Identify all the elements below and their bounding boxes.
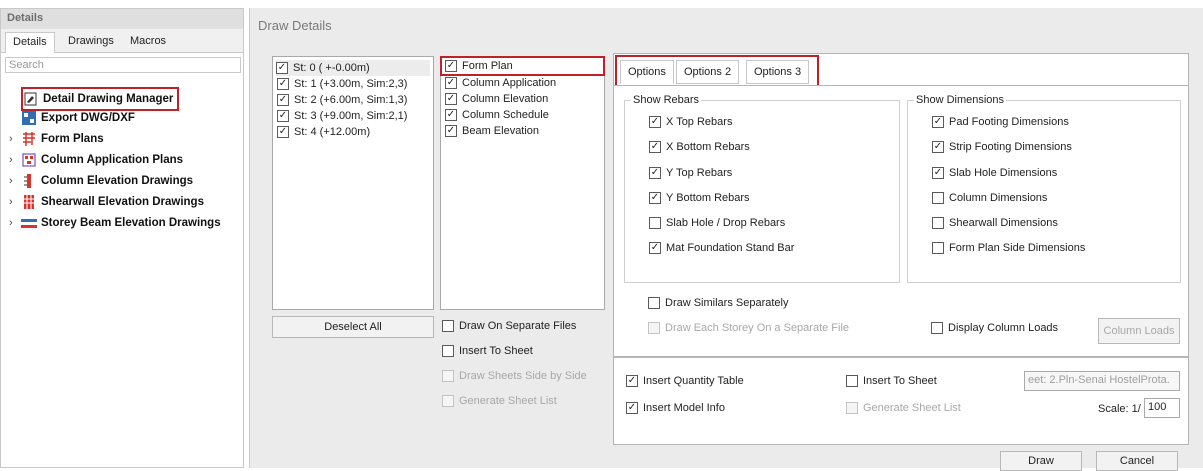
export-icon bbox=[21, 111, 37, 125]
list-item[interactable]: ✓ St: 4 (+12.00m) bbox=[277, 124, 370, 140]
details-panel-tabs: Details Drawings Macros bbox=[1, 29, 243, 53]
mat-foundation-stand-bar-checkbox[interactable]: ✓ Mat Foundation Stand Bar bbox=[649, 240, 794, 256]
group-title: Show Dimensions bbox=[914, 94, 1007, 106]
list-item[interactable]: ✓ St: 0 ( +-0.00m) bbox=[276, 60, 430, 76]
list-item[interactable]: ✓ Column Application bbox=[445, 75, 556, 91]
strip-footing-dimensions-checkbox[interactable]: ✓ Strip Footing Dimensions bbox=[932, 139, 1072, 155]
checkbox[interactable]: ✓ bbox=[445, 77, 457, 89]
list-item[interactable]: ✓ St: 2 (+6.00m, Sim:1,3) bbox=[277, 92, 407, 108]
x-bottom-rebars-checkbox[interactable]: ✓ X Bottom Rebars bbox=[649, 139, 750, 155]
draw-similars-separately-checkbox[interactable]: Draw Similars Separately bbox=[648, 295, 788, 311]
checkbox[interactable]: ✓ bbox=[445, 60, 457, 72]
column-elevation-icon bbox=[21, 174, 37, 188]
tab-options-2[interactable]: Options 2 bbox=[676, 60, 740, 84]
tab-options-3[interactable]: Options 3 bbox=[746, 60, 810, 84]
tree-item-label: Form Plans bbox=[41, 133, 104, 145]
tree-item-label: Column Application Plans bbox=[41, 154, 184, 166]
beam-elevation-icon bbox=[21, 216, 37, 230]
slab-hole-dimensions-checkbox[interactable]: ✓ Slab Hole Dimensions bbox=[932, 165, 1057, 181]
show-rebars-group: Show Rebars ✓ X Top Rebars ✓ X Bottom Reba… bbox=[624, 94, 900, 283]
checkbox[interactable]: ✓ bbox=[445, 93, 457, 105]
draw-button[interactable]: Draw bbox=[1000, 451, 1082, 471]
tab-macros[interactable]: Macros bbox=[123, 32, 173, 53]
tree-item-label: Detail Drawing Manager bbox=[43, 93, 174, 105]
draw-details-panel: Draw Details ✓ St: 0 ( +-0.00m) ✓ St: 1 (+… bbox=[249, 8, 1203, 471]
tree-item-export-dwg-dxf[interactable]: Export DWG/DXF bbox=[21, 108, 135, 128]
group-title: Show Rebars bbox=[631, 94, 702, 106]
cancel-button[interactable]: Cancel bbox=[1096, 451, 1178, 471]
generate-sheet-list-footer-checkbox[interactable]: Generate Sheet List bbox=[846, 400, 961, 416]
tree-item-label: Export DWG/DXF bbox=[41, 112, 135, 124]
sheet-select[interactable]: eet: 2.Pln-Senai HostelProta. bbox=[1024, 371, 1180, 391]
draw-sheets-side-by-side-checkbox[interactable]: Draw Sheets Side by Side bbox=[442, 368, 587, 384]
tree-item-shearwall-elevation-drawings[interactable]: › Shearwall Elevation Drawings bbox=[9, 192, 204, 212]
details-panel: Details Details Drawings Macros Search D… bbox=[0, 8, 244, 468]
form-plan-icon bbox=[21, 132, 37, 146]
checkbox[interactable]: ✓ bbox=[277, 126, 289, 138]
chevron-right-icon[interactable]: › bbox=[9, 154, 21, 166]
y-bottom-rebars-checkbox[interactable]: ✓ Y Bottom Rebars bbox=[649, 190, 750, 206]
shearwall-dimensions-checkbox[interactable]: Shearwall Dimensions bbox=[932, 215, 1058, 231]
insert-quantity-table-checkbox[interactable]: ✓ Insert Quantity Table bbox=[626, 373, 744, 389]
list-item[interactable]: ✓ Beam Elevation bbox=[445, 123, 539, 139]
shearwall-icon bbox=[21, 195, 37, 209]
deselect-all-button[interactable]: Deselect All bbox=[272, 316, 434, 338]
insert-to-sheet-footer-checkbox[interactable]: Insert To Sheet bbox=[846, 373, 937, 389]
draw-each-storey-separate-file-checkbox[interactable]: Draw Each Storey On a Separate File bbox=[648, 320, 849, 336]
generate-sheet-list-checkbox[interactable]: Generate Sheet List bbox=[442, 393, 557, 409]
checkbox[interactable]: ✓ bbox=[445, 125, 457, 137]
chevron-right-icon[interactable]: › bbox=[9, 217, 21, 229]
tree-item-label: Storey Beam Elevation Drawings bbox=[41, 217, 221, 229]
checkbox[interactable]: ✓ bbox=[445, 109, 457, 121]
draw-on-separate-files-checkbox[interactable]: Draw On Separate Files bbox=[442, 318, 576, 334]
list-item[interactable]: ✓ St: 3 (+9.00m, Sim:2,1) bbox=[277, 108, 407, 124]
search-input[interactable]: Search bbox=[5, 57, 241, 73]
scale-input[interactable]: 100 bbox=[1144, 398, 1180, 418]
drawing-manager-icon bbox=[23, 92, 39, 106]
output-options: ✓ Insert Quantity Table ✓ Insert Model Inf… bbox=[613, 357, 1189, 445]
list-item[interactable]: ✓ St: 1 (+3.00m, Sim:2,3) bbox=[277, 76, 407, 92]
column-application-icon bbox=[21, 153, 37, 167]
storey-list[interactable]: ✓ St: 0 ( +-0.00m) ✓ St: 1 (+3.00m, Sim:2,… bbox=[272, 56, 434, 310]
tree-item-column-elevation-drawings[interactable]: › Column Elevation Drawings bbox=[9, 171, 193, 191]
drawing-type-list[interactable]: ✓ Form Plan ✓ Column Application ✓ Column E… bbox=[440, 56, 605, 310]
details-panel-title: Details bbox=[1, 9, 243, 29]
scale-label: Scale: 1/ bbox=[1098, 403, 1141, 415]
tab-options[interactable]: Options bbox=[620, 60, 674, 84]
display-column-loads-checkbox[interactable]: Display Column Loads bbox=[931, 320, 1058, 336]
chevron-right-icon[interactable]: › bbox=[9, 133, 21, 145]
list-item[interactable]: ✓ Column Elevation bbox=[445, 91, 548, 107]
list-item[interactable]: ✓ Column Schedule bbox=[445, 107, 549, 123]
chevron-right-icon[interactable]: › bbox=[9, 175, 21, 187]
tab-drawings[interactable]: Drawings bbox=[61, 32, 121, 53]
checkbox[interactable]: ✓ bbox=[276, 62, 288, 74]
show-dimensions-group: Show Dimensions ✓ Pad Footing Dimensions … bbox=[907, 94, 1181, 283]
tree-item-column-application-plans[interactable]: › Column Application Plans bbox=[9, 150, 183, 170]
options-tab-content: Show Rebars ✓ X Top Rebars ✓ X Bottom Reba… bbox=[613, 85, 1189, 357]
x-top-rebars-checkbox[interactable]: ✓ X Top Rebars bbox=[649, 114, 732, 130]
slab-hole-drop-rebars-checkbox[interactable]: Slab Hole / Drop Rebars bbox=[649, 215, 785, 231]
tree-item-form-plans[interactable]: › Form Plans bbox=[9, 129, 104, 149]
chevron-right-icon[interactable]: › bbox=[9, 196, 21, 208]
column-dimensions-checkbox[interactable]: Column Dimensions bbox=[932, 190, 1047, 206]
pad-footing-dimensions-checkbox[interactable]: ✓ Pad Footing Dimensions bbox=[932, 114, 1069, 130]
list-item[interactable]: ✓ Form Plan bbox=[440, 56, 605, 76]
tree-item-label: Shearwall Elevation Drawings bbox=[41, 196, 204, 208]
options-tabbar: Options Options 2 Options 3 bbox=[613, 53, 1189, 87]
y-top-rebars-checkbox[interactable]: ✓ Y Top Rebars bbox=[649, 165, 732, 181]
checkbox[interactable]: ✓ bbox=[277, 110, 289, 122]
tree-item-detail-drawing-manager[interactable]: Detail Drawing Manager bbox=[20, 87, 180, 111]
tree-item-storey-beam-elevation-drawings[interactable]: › Storey Beam Elevation Drawings bbox=[9, 213, 221, 233]
insert-model-info-checkbox[interactable]: ✓ Insert Model Info bbox=[626, 400, 725, 416]
page-title: Draw Details bbox=[258, 18, 332, 33]
tab-details[interactable]: Details bbox=[5, 32, 55, 53]
form-plan-side-dimensions-checkbox[interactable]: Form Plan Side Dimensions bbox=[932, 240, 1085, 256]
column-loads-button[interactable]: Column Loads bbox=[1098, 318, 1180, 344]
tree-item-label: Column Elevation Drawings bbox=[41, 175, 194, 187]
checkbox[interactable]: ✓ bbox=[277, 94, 289, 106]
insert-to-sheet-checkbox[interactable]: Insert To Sheet bbox=[442, 343, 533, 359]
checkbox[interactable]: ✓ bbox=[277, 78, 289, 90]
options-panel: Options Options 2 Options 3 Show Rebars … bbox=[613, 53, 1189, 445]
